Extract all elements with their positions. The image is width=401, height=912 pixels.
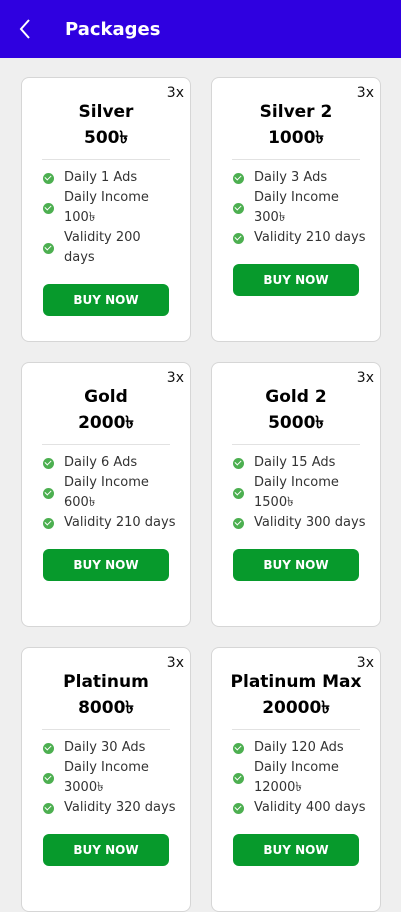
buy-now-button[interactable]: BUY NOW: [43, 549, 169, 581]
check-icon: [43, 172, 54, 184]
feature-text: Daily Income 600৳: [64, 475, 149, 510]
feature-text: Daily Income 1500৳: [254, 475, 339, 510]
feature-item: Daily 30 Ads: [43, 738, 180, 758]
feature-text: Daily Income 100৳: [64, 190, 149, 225]
feature-text: Daily Income 300৳: [254, 190, 339, 225]
multiplier-badge: 3x: [356, 655, 374, 671]
feature-text: Daily Income 3000৳: [64, 760, 149, 795]
feature-text: Validity 210 days: [254, 230, 366, 245]
feature-item: Validity 320 days: [43, 798, 180, 818]
chevron-left-icon: [19, 19, 30, 39]
back-button[interactable]: [18, 0, 58, 58]
feature-list: Daily 3 Ads Daily Income 300৳ Validity 2…: [212, 160, 380, 248]
package-price: 8000৳: [78, 698, 134, 718]
multiplier-badge: 3x: [166, 655, 184, 671]
feature-item: Validity 400 days: [233, 798, 370, 818]
feature-text: Daily 120 Ads: [254, 740, 344, 755]
feature-item: Validity 300 days: [233, 513, 370, 533]
multiplier-badge: 3x: [356, 85, 374, 101]
check-icon: [233, 457, 244, 469]
check-icon: [233, 517, 244, 529]
feature-text: Daily 15 Ads: [254, 455, 336, 470]
feature-text: Daily Income 12000৳: [254, 760, 339, 795]
feature-list: Daily 30 Ads Daily Income 3000৳ Validity…: [22, 730, 190, 818]
feature-item: Daily Income 100৳: [43, 188, 162, 228]
check-icon: [233, 802, 244, 814]
package-price: 500৳: [84, 128, 128, 148]
package-name: Silver 2: [259, 102, 333, 122]
check-icon: [43, 202, 54, 214]
multiplier-badge: 3x: [356, 370, 374, 386]
package-card-silver-2: 3x Silver 2 1000৳ Daily 3 Ads Daily Inco…: [211, 77, 381, 342]
feature-item: Daily 3 Ads: [233, 168, 370, 188]
package-name: Gold 2: [265, 387, 327, 407]
check-icon: [233, 172, 244, 184]
feature-item: Daily 120 Ads: [233, 738, 370, 758]
feature-item: Daily Income 1500৳: [233, 473, 370, 513]
package-card-platinum-max: 3x Platinum Max 20000৳ Daily 120 Ads Dai…: [211, 647, 381, 912]
feature-list: Daily 15 Ads Daily Income 1500৳ Validity…: [212, 445, 380, 533]
feature-list: Daily 120 Ads Daily Income 12000৳ Validi…: [212, 730, 380, 818]
app-bar: Packages: [0, 0, 401, 58]
feature-item: Daily Income 12000৳: [233, 758, 370, 798]
buy-now-button[interactable]: BUY NOW: [233, 834, 359, 866]
package-name: Platinum: [63, 672, 149, 692]
buy-now-button[interactable]: BUY NOW: [43, 834, 169, 866]
check-icon: [43, 742, 54, 754]
feature-text: Validity 400 days: [254, 800, 366, 815]
package-price: 5000৳: [268, 413, 324, 433]
buy-now-button[interactable]: BUY NOW: [233, 264, 359, 296]
buy-now-button[interactable]: BUY NOW: [43, 284, 169, 316]
package-price: 20000৳: [262, 698, 330, 718]
feature-item: Validity 210 days: [43, 513, 180, 533]
feature-text: Validity 300 days: [254, 515, 366, 530]
package-price: 1000৳: [268, 128, 324, 148]
feature-item: Validity 210 days: [233, 228, 370, 248]
check-icon: [43, 802, 54, 814]
check-icon: [43, 772, 54, 784]
package-card-platinum: 3x Platinum 8000৳ Daily 30 Ads Daily Inc…: [21, 647, 191, 912]
multiplier-badge: 3x: [166, 85, 184, 101]
feature-list: Daily 6 Ads Daily Income 600৳ Validity 2…: [22, 445, 190, 533]
check-icon: [43, 487, 54, 499]
feature-text: Daily 6 Ads: [64, 455, 138, 470]
feature-item: Daily 15 Ads: [233, 453, 370, 473]
check-icon: [43, 517, 54, 529]
feature-text: Daily 30 Ads: [64, 740, 146, 755]
package-name: Gold: [84, 387, 128, 407]
feature-item: Daily Income 600৳: [43, 473, 180, 513]
check-icon: [233, 202, 244, 214]
feature-item: Daily Income 300৳: [233, 188, 370, 228]
check-icon: [233, 232, 244, 244]
feature-item: Validity 200 days: [43, 228, 162, 268]
feature-text: Validity 320 days: [64, 800, 176, 815]
check-icon: [233, 742, 244, 754]
check-icon: [43, 457, 54, 469]
multiplier-badge: 3x: [166, 370, 184, 386]
packages-grid: 3x Silver 500৳ Daily 1 Ads Daily Income …: [21, 77, 381, 912]
feature-item: Daily 1 Ads: [43, 168, 162, 188]
check-icon: [233, 772, 244, 784]
package-card-gold-2: 3x Gold 2 5000৳ Daily 15 Ads Daily Incom…: [211, 362, 381, 627]
feature-text: Validity 210 days: [64, 515, 176, 530]
package-card-silver: 3x Silver 500৳ Daily 1 Ads Daily Income …: [21, 77, 191, 342]
buy-now-button[interactable]: BUY NOW: [233, 549, 359, 581]
feature-text: Daily 3 Ads: [254, 170, 328, 185]
package-price: 2000৳: [78, 413, 134, 433]
package-name: Silver: [78, 102, 134, 122]
package-card-gold: 3x Gold 2000৳ Daily 6 Ads Daily Income 6…: [21, 362, 191, 627]
feature-text: Validity 200 days: [64, 230, 141, 265]
package-name: Platinum Max: [230, 672, 362, 692]
check-icon: [43, 242, 54, 254]
page-title: Packages: [65, 18, 161, 40]
feature-item: Daily 6 Ads: [43, 453, 180, 473]
feature-text: Daily 1 Ads: [64, 170, 138, 185]
check-icon: [233, 487, 244, 499]
feature-list: Daily 1 Ads Daily Income 100৳ Validity 2…: [22, 160, 172, 268]
feature-item: Daily Income 3000৳: [43, 758, 180, 798]
